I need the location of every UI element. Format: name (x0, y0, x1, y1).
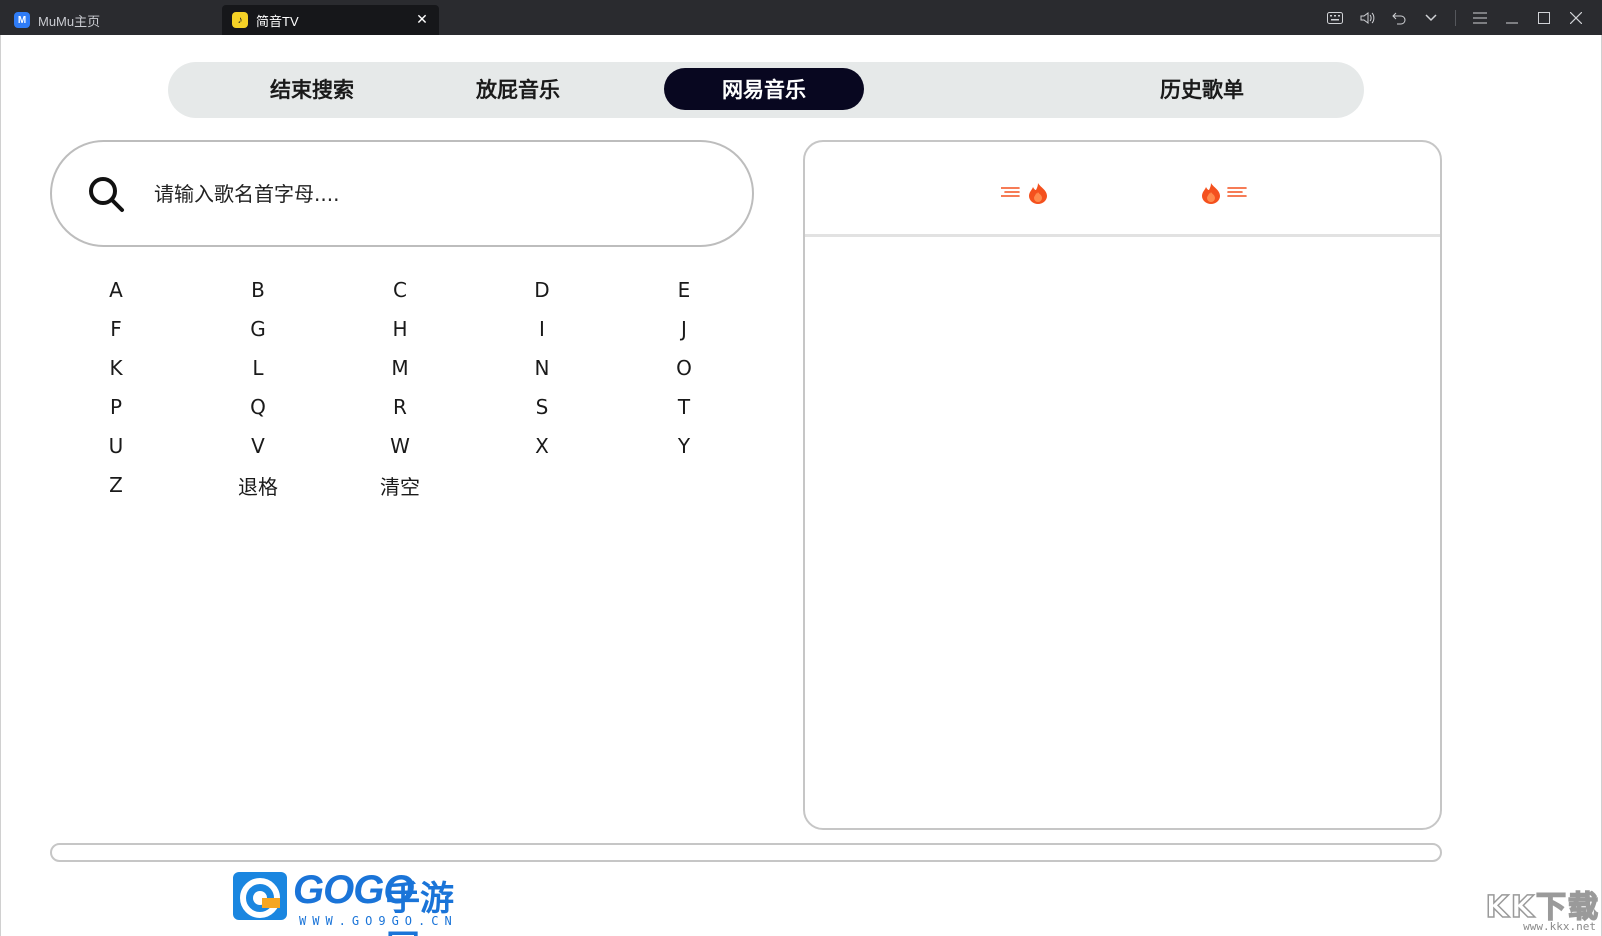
gogo-url: WWW.GO9GO.CN (299, 914, 458, 928)
key-j[interactable]: J (634, 311, 734, 347)
back-icon[interactable] (1383, 0, 1415, 35)
keyboard-icon[interactable] (1319, 0, 1351, 35)
key-i[interactable]: I (492, 311, 592, 347)
kk-url: www.kkx.net (1523, 920, 1596, 933)
app-content: 结束搜索 放屁音乐 网易音乐 历史歌单 A B C D E F G H I J … (0, 35, 1602, 936)
chevron-down-icon[interactable] (1415, 0, 1447, 35)
key-e[interactable]: E (634, 272, 734, 308)
key-m[interactable]: M (350, 350, 450, 386)
results-header (805, 142, 1440, 237)
key-r[interactable]: R (350, 389, 450, 425)
tab-fart-music[interactable]: 放屁音乐 (418, 68, 618, 110)
search-box[interactable] (50, 140, 754, 247)
key-q[interactable]: Q (208, 389, 308, 425)
menu-icon[interactable] (1464, 0, 1496, 35)
tab-jianyin-tv[interactable]: ♪ 简音TV ✕ (222, 5, 439, 35)
volume-icon[interactable] (1351, 0, 1383, 35)
tab-end-search[interactable]: 结束搜索 (212, 68, 412, 110)
search-icon (89, 177, 124, 212)
tab-mumu-home[interactable]: M MuMu主页 (14, 5, 214, 35)
key-y[interactable]: Y (634, 428, 734, 464)
backspace-button[interactable]: 退格 (208, 467, 308, 503)
close-icon[interactable] (1560, 0, 1592, 35)
tab-label: 简音TV (256, 13, 299, 29)
key-d[interactable]: D (492, 272, 592, 308)
key-c[interactable]: C (350, 272, 450, 308)
key-v[interactable]: V (208, 428, 308, 464)
key-k[interactable]: K (66, 350, 166, 386)
key-b[interactable]: B (208, 272, 308, 308)
search-input[interactable] (154, 172, 714, 216)
minimize-icon[interactable] (1496, 0, 1528, 35)
key-f[interactable]: F (66, 311, 166, 347)
clear-button[interactable]: 清空 (350, 467, 450, 503)
key-o[interactable]: O (634, 350, 734, 386)
tab-netease-music[interactable]: 网易音乐 (664, 68, 864, 110)
window-controls (1319, 0, 1592, 35)
key-g[interactable]: G (208, 311, 308, 347)
app-icon: ♪ (232, 12, 248, 28)
key-n[interactable]: N (492, 350, 592, 386)
key-z[interactable]: Z (66, 467, 166, 503)
separator (1455, 9, 1456, 26)
key-h[interactable]: H (350, 311, 450, 347)
key-u[interactable]: U (66, 428, 166, 464)
maximize-icon[interactable] (1528, 0, 1560, 35)
key-t[interactable]: T (634, 389, 734, 425)
close-tab-icon[interactable]: ✕ (415, 12, 429, 26)
tab-label: MuMu主页 (38, 13, 101, 29)
mumu-logo-icon: M (14, 12, 30, 28)
key-x[interactable]: X (492, 428, 592, 464)
tab-history-playlist[interactable]: 历史歌单 (1102, 68, 1302, 110)
source-tabs: 结束搜索 放屁音乐 网易音乐 历史歌单 (168, 62, 1364, 118)
key-w[interactable]: W (350, 428, 450, 464)
progress-bar[interactable] (50, 843, 1442, 862)
fire-right-icon (1202, 183, 1247, 204)
title-bar: M MuMu主页 ♪ 简音TV ✕ (0, 0, 1602, 35)
fire-left-icon (1001, 183, 1047, 204)
key-a[interactable]: A (66, 272, 166, 308)
gogo-watermark: GOGO 手游网 WWW.GO9GO.CN (231, 868, 481, 936)
key-s[interactable]: S (492, 389, 592, 425)
kk-watermark: KK下载 www.kkx.net (1485, 882, 1600, 933)
key-l[interactable]: L (208, 350, 308, 386)
results-panel (803, 140, 1442, 830)
key-p[interactable]: P (66, 389, 166, 425)
gogo-logo-icon (233, 872, 287, 920)
